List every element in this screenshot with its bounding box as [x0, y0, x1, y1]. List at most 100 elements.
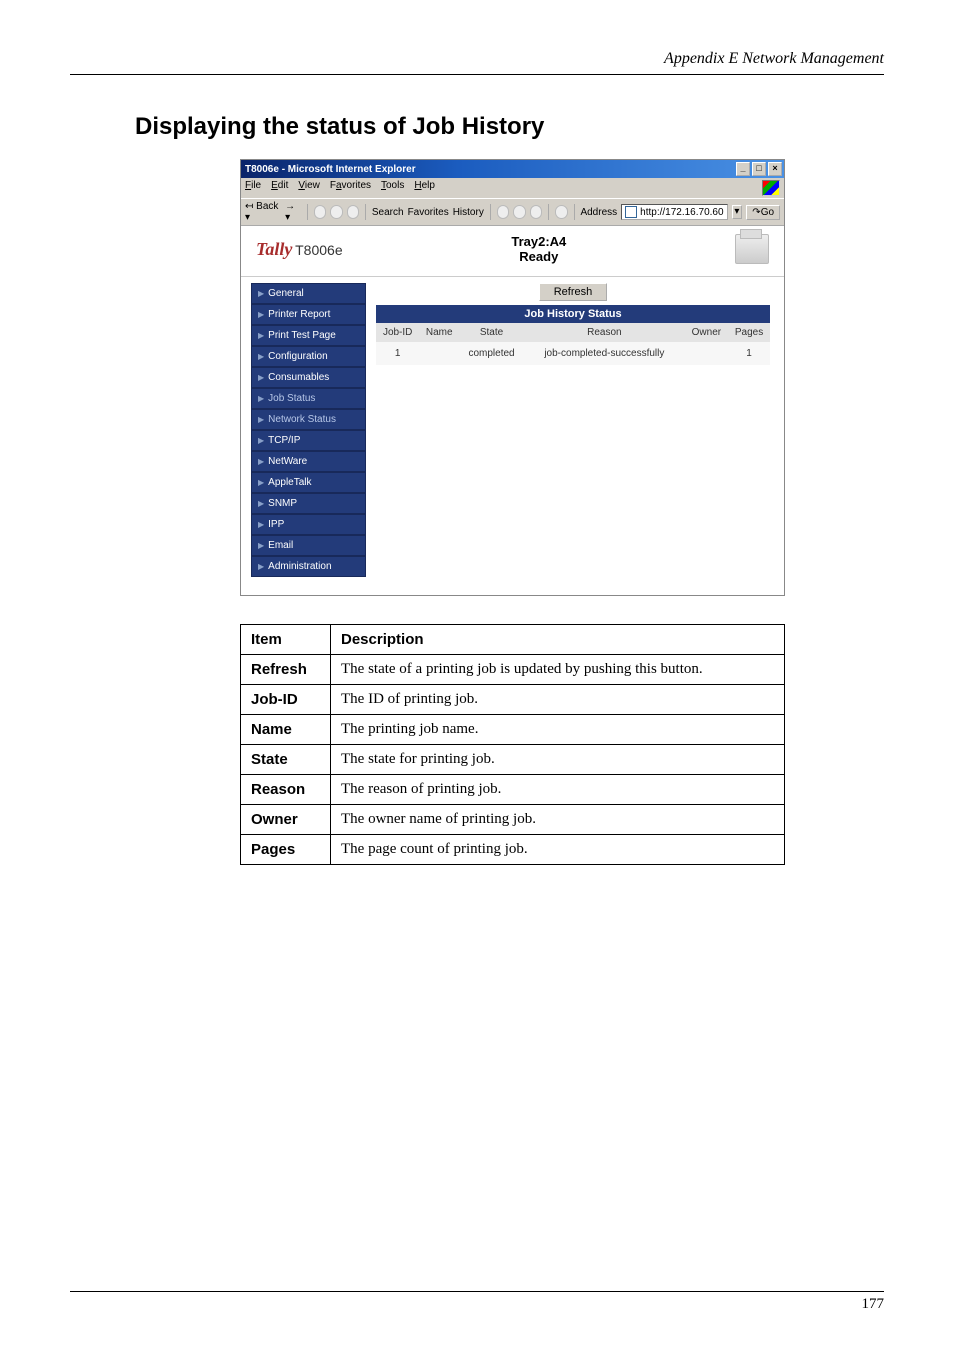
sidebar-item-appletalk[interactable]: ▶AppleTalk: [251, 472, 366, 493]
col-pages: Pages: [728, 323, 770, 342]
history-button[interactable]: History: [453, 207, 484, 218]
sidebar-item-label: Printer Report: [268, 309, 330, 320]
mail-icon[interactable]: [497, 205, 510, 219]
table-header-row: Job-ID Name State Reason Owner Pages: [376, 323, 770, 342]
close-button[interactable]: ×: [768, 162, 782, 176]
panel-title: Job History Status: [376, 305, 770, 323]
window-buttons: _ □ ×: [736, 162, 782, 176]
cell-pages: 1: [728, 342, 770, 365]
model-name: T8006e: [295, 242, 342, 258]
menu-file[interactable]: File: [245, 180, 261, 196]
sidebar-item-administration[interactable]: ▶Administration: [251, 556, 366, 577]
cell-reason: job-completed-successfully: [524, 342, 685, 365]
sidebar-item-label: Configuration: [268, 351, 327, 362]
sidebar-item-tcpip[interactable]: ▶TCP/IP: [251, 430, 366, 451]
home-icon[interactable]: [347, 205, 360, 219]
menu-help[interactable]: Help: [414, 180, 435, 196]
sidebar-item-job-status[interactable]: ▶Job Status: [251, 388, 366, 409]
sidebar-item-label: TCP/IP: [268, 435, 300, 446]
cell-owner: [685, 342, 728, 365]
forward-button[interactable]: → ▾: [285, 201, 301, 223]
description-table: Item Description RefreshThe state of a p…: [240, 624, 785, 865]
edit-icon[interactable]: [530, 205, 543, 219]
status-line2: Ready: [511, 249, 566, 264]
page-icon: [625, 206, 637, 218]
sidebar-item-label: Network Status: [268, 414, 336, 425]
row-label: Pages: [241, 835, 331, 865]
ms-flag-icon: [762, 180, 780, 196]
col-name: Name: [419, 323, 459, 342]
print-icon[interactable]: [513, 205, 526, 219]
row-desc: The state for printing job.: [331, 745, 785, 775]
cell-jobid: 1: [376, 342, 419, 365]
page-content: Tally T8006e Tray2:A4 Ready ▶General ▶Pr…: [241, 226, 784, 595]
sidebar-item-ipp[interactable]: ▶IPP: [251, 514, 366, 535]
refresh-icon[interactable]: [330, 205, 343, 219]
row-label: Job-ID: [241, 685, 331, 715]
row-desc: The reason of printing job.: [331, 775, 785, 805]
table-row: StateThe state for printing job.: [241, 745, 785, 775]
menu-bar: File Edit View Favorites Tools Help: [241, 178, 784, 198]
menu-edit[interactable]: Edit: [271, 180, 288, 196]
status-line1: Tray2:A4: [511, 234, 566, 249]
sidebar-item-label: Job Status: [268, 393, 315, 404]
sidebar-item-general[interactable]: ▶General: [251, 283, 366, 304]
appendix-label: Appendix E Network Management: [664, 50, 884, 67]
sidebar-item-consumables[interactable]: ▶Consumables: [251, 367, 366, 388]
url-text: http://172.16.70.60: [640, 207, 723, 218]
sidebar-item-snmp[interactable]: ▶SNMP: [251, 493, 366, 514]
go-button[interactable]: ↷Go: [746, 205, 780, 220]
search-button[interactable]: Search: [372, 207, 404, 218]
row-label: Owner: [241, 805, 331, 835]
row-label: State: [241, 745, 331, 775]
product-header: Tally T8006e Tray2:A4 Ready: [241, 226, 784, 277]
table-row: PagesThe page count of printing job.: [241, 835, 785, 865]
menu-tools[interactable]: Tools: [381, 180, 404, 196]
sidebar-item-network-status[interactable]: ▶Network Status: [251, 409, 366, 430]
sidebar-item-label: Administration: [268, 561, 331, 572]
sidebar-item-label: SNMP: [268, 498, 297, 509]
section-heading: Displaying the status of Job History: [135, 113, 884, 141]
address-dropdown[interactable]: ▾: [732, 205, 743, 219]
sidebar-item-email[interactable]: ▶Email: [251, 535, 366, 556]
printer-status: Tray2:A4 Ready: [511, 234, 566, 264]
sidebar-item-configuration[interactable]: ▶Configuration: [251, 346, 366, 367]
window-title: T8006e - Microsoft Internet Explorer: [245, 164, 416, 175]
job-history-table: Job-ID Name State Reason Owner Pages 1 c…: [376, 323, 770, 365]
col-jobid: Job-ID: [376, 323, 419, 342]
page-header: Appendix E Network Management: [70, 50, 884, 75]
sidebar-item-print-test-page[interactable]: ▶Print Test Page: [251, 325, 366, 346]
stop-icon[interactable]: [314, 205, 327, 219]
menu-favorites[interactable]: Favorites: [330, 180, 371, 196]
menu-view[interactable]: View: [298, 180, 320, 196]
cell-name: [419, 342, 459, 365]
table-row: NameThe printing job name.: [241, 715, 785, 745]
main-panel: Refresh Job History Status Job-ID Name S…: [376, 283, 770, 365]
sidebar-item-label: Email: [268, 540, 293, 551]
table-row: OwnerThe owner name of printing job.: [241, 805, 785, 835]
discuss-icon[interactable]: [555, 205, 568, 219]
address-label: Address: [580, 207, 617, 218]
maximize-button[interactable]: □: [752, 162, 766, 176]
favorites-button[interactable]: Favorites: [408, 207, 449, 218]
refresh-button[interactable]: Refresh: [539, 283, 608, 301]
col-reason: Reason: [524, 323, 685, 342]
sidebar-item-netware[interactable]: ▶NetWare: [251, 451, 366, 472]
sidebar-item-printer-report[interactable]: ▶Printer Report: [251, 304, 366, 325]
address-bar[interactable]: http://172.16.70.60: [621, 204, 727, 220]
table-row: ReasonThe reason of printing job.: [241, 775, 785, 805]
sidebar-item-label: AppleTalk: [268, 477, 311, 488]
row-desc: The printing job name.: [331, 715, 785, 745]
row-label: Name: [241, 715, 331, 745]
brand-name: Tally: [256, 239, 292, 259]
back-button[interactable]: ↤ Back ▾: [245, 201, 281, 223]
row-desc: The owner name of printing job.: [331, 805, 785, 835]
window-titlebar: T8006e - Microsoft Internet Explorer _ □…: [241, 160, 784, 178]
header-description: Description: [331, 625, 785, 655]
sidebar-item-label: Print Test Page: [268, 330, 336, 341]
minimize-button[interactable]: _: [736, 162, 750, 176]
row-desc: The page count of printing job.: [331, 835, 785, 865]
cell-state: completed: [459, 342, 524, 365]
screenshot-window: T8006e - Microsoft Internet Explorer _ □…: [240, 159, 785, 596]
row-desc: The ID of printing job.: [331, 685, 785, 715]
